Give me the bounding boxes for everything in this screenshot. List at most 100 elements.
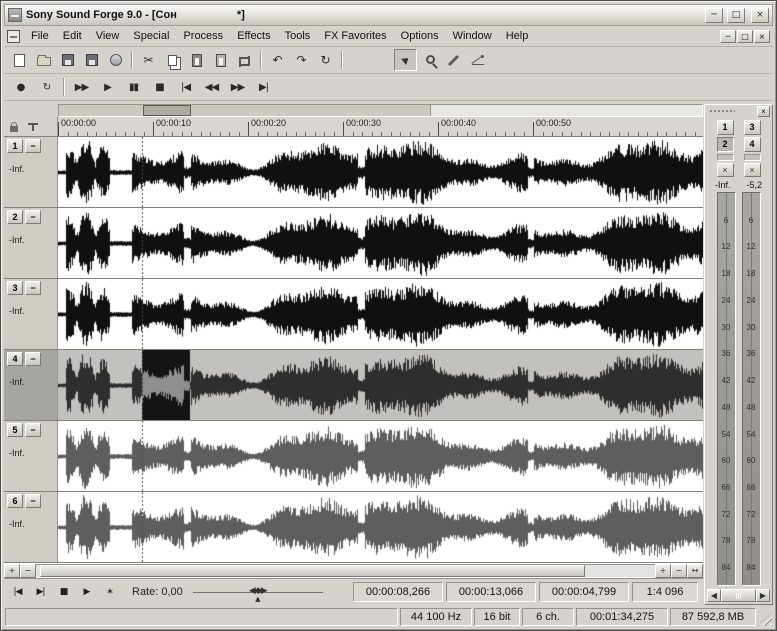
minimize-button[interactable]: ─ — [705, 8, 723, 23]
waveform-canvas-4[interactable] — [58, 350, 703, 420]
menu-tools[interactable]: Tools — [278, 28, 318, 44]
playbar-stop-button[interactable]: ■ — [53, 583, 74, 602]
mute-icon[interactable]: × — [744, 163, 761, 177]
track-height-zoom-in-button[interactable]: + — [4, 564, 20, 578]
meters-scrollbar-thumb[interactable] — [721, 589, 756, 602]
mdi-close-button[interactable]: × — [754, 30, 770, 43]
repeat-button[interactable]: ↻ — [314, 49, 337, 71]
lock-icon[interactable] — [10, 126, 18, 132]
zoom-out-time-button[interactable]: − — [671, 564, 687, 578]
selection-end-field[interactable]: 00:00:13,066 — [446, 582, 536, 602]
panel-grip-icon[interactable] — [709, 109, 735, 114]
meter-hold-button[interactable] — [744, 154, 761, 161]
channel-number-button[interactable]: 4 — [7, 352, 23, 366]
waveform-canvas-2[interactable] — [58, 208, 703, 278]
mute-icon[interactable]: × — [717, 163, 734, 177]
menu-help[interactable]: Help — [499, 28, 536, 44]
playbar-go-to-start-button[interactable]: |◀ — [7, 583, 28, 602]
publish-button[interactable] — [104, 49, 127, 71]
scrollbar-thumb[interactable] — [40, 565, 585, 577]
mdi-minimize-button[interactable]: ─ — [720, 30, 736, 43]
playbar-scrub-button[interactable]: ∗ — [99, 583, 120, 602]
selection-start-field[interactable]: 00:00:08,266 — [353, 582, 443, 602]
play-button[interactable]: ▶ — [95, 77, 120, 98]
zoom-in-time-button[interactable]: + — [655, 564, 671, 578]
track-height-zoom-out-button[interactable]: − — [20, 564, 36, 578]
menu-options[interactable]: Options — [394, 28, 446, 44]
scroll-right-button[interactable]: ▶ — [756, 589, 770, 602]
meter-channel-1-button[interactable]: 1 — [717, 120, 734, 135]
save-as-button[interactable] — [80, 49, 103, 71]
snap-tool-icon[interactable] — [28, 123, 38, 131]
menu-window[interactable]: Window — [446, 28, 499, 44]
redo-button[interactable]: ↷ — [290, 49, 313, 71]
document-icon[interactable] — [7, 30, 20, 43]
meters-close-button[interactable]: × — [757, 106, 770, 117]
cut-button[interactable]: ✂ — [137, 49, 160, 71]
overview-thumb[interactable] — [59, 105, 431, 116]
copy-button[interactable] — [161, 49, 184, 71]
overview-selection-marker[interactable] — [143, 105, 191, 116]
pause-button[interactable]: ▮▮ — [121, 77, 146, 98]
meter-channel-4-button[interactable]: 4 — [744, 137, 761, 152]
maximize-button[interactable]: □ — [727, 8, 745, 23]
waveform-canvas-1[interactable] — [58, 137, 703, 207]
meter-channel-2-button[interactable]: 2 — [717, 137, 734, 152]
channel-number-button[interactable]: 3 — [7, 281, 23, 295]
title-bar[interactable]: Sony Sound Forge 9.0 - [Сон *] ─ □ × — [4, 4, 773, 26]
channel-minimize-button[interactable]: − — [25, 139, 41, 153]
envelope-tool-button[interactable] — [466, 49, 489, 71]
channel-minimize-button[interactable]: − — [25, 210, 41, 224]
mdi-restore-button[interactable]: □ — [737, 30, 753, 43]
overview-bar[interactable] — [58, 104, 703, 117]
menu-edit[interactable]: Edit — [56, 28, 89, 44]
menu-fx-favorites[interactable]: FX Favorites — [317, 28, 393, 44]
menu-special[interactable]: Special — [126, 28, 176, 44]
open-button[interactable] — [32, 49, 55, 71]
stop-button[interactable]: ■ — [147, 77, 172, 98]
mix-button[interactable] — [209, 49, 232, 71]
playbar-go-to-end-button[interactable]: ▶| — [30, 583, 51, 602]
waveform-canvas-3[interactable] — [58, 279, 703, 349]
meters-panel-header[interactable]: × — [707, 105, 770, 118]
menu-file[interactable]: File — [24, 28, 56, 44]
close-button[interactable]: × — [751, 8, 769, 23]
play-all-button[interactable]: ▶▶ — [69, 77, 94, 98]
playbar-play-button[interactable]: ▶ — [76, 583, 97, 602]
time-ruler[interactable]: 00:00:0000:00:1000:00:2000:00:3000:00:40… — [58, 117, 703, 136]
channel-number-button[interactable]: 5 — [7, 423, 23, 437]
undo-button[interactable]: ↶ — [266, 49, 289, 71]
channel-number-button[interactable]: 2 — [7, 210, 23, 224]
channel-minimize-button[interactable]: − — [25, 494, 41, 508]
resize-grip[interactable] — [758, 612, 772, 626]
zoom-ratio-field[interactable]: 1:4 096 — [632, 582, 698, 602]
go-to-start-button[interactable]: |◀ — [173, 77, 198, 98]
waveform-canvas-5[interactable] — [58, 421, 703, 491]
magnify-tool-button[interactable] — [418, 49, 441, 71]
selection-length-field[interactable]: 00:00:04,799 — [539, 582, 629, 602]
edit-tool-button[interactable] — [394, 49, 417, 71]
loop-playback-button[interactable]: ↻ — [34, 77, 59, 98]
paste-button[interactable] — [185, 49, 208, 71]
channel-number-button[interactable]: 6 — [7, 494, 23, 508]
zoom-selection-button[interactable]: ↔ — [687, 564, 703, 578]
meter-channel-3-button[interactable]: 3 — [744, 120, 761, 135]
scrollbar-track[interactable] — [36, 564, 655, 578]
menu-process[interactable]: Process — [176, 28, 230, 44]
forward-button[interactable]: ▶▶ — [225, 77, 250, 98]
channel-minimize-button[interactable]: − — [25, 352, 41, 366]
trim-button[interactable] — [233, 49, 256, 71]
scroll-left-button[interactable]: ◀ — [707, 589, 721, 602]
channel-minimize-button[interactable]: − — [25, 281, 41, 295]
rewind-button[interactable]: ◀◀ — [199, 77, 224, 98]
menu-effects[interactable]: Effects — [230, 28, 277, 44]
channel-number-button[interactable]: 1 — [7, 139, 23, 153]
channel-minimize-button[interactable]: − — [25, 423, 41, 437]
rate-slider[interactable]: ◀◆▶ ▲ — [193, 583, 323, 602]
new-button[interactable] — [8, 49, 31, 71]
save-button[interactable] — [56, 49, 79, 71]
pencil-tool-button[interactable] — [442, 49, 465, 71]
go-to-end-button[interactable]: ▶| — [251, 77, 276, 98]
meter-hold-button[interactable] — [717, 154, 734, 161]
waveform-canvas-6[interactable] — [58, 492, 703, 562]
